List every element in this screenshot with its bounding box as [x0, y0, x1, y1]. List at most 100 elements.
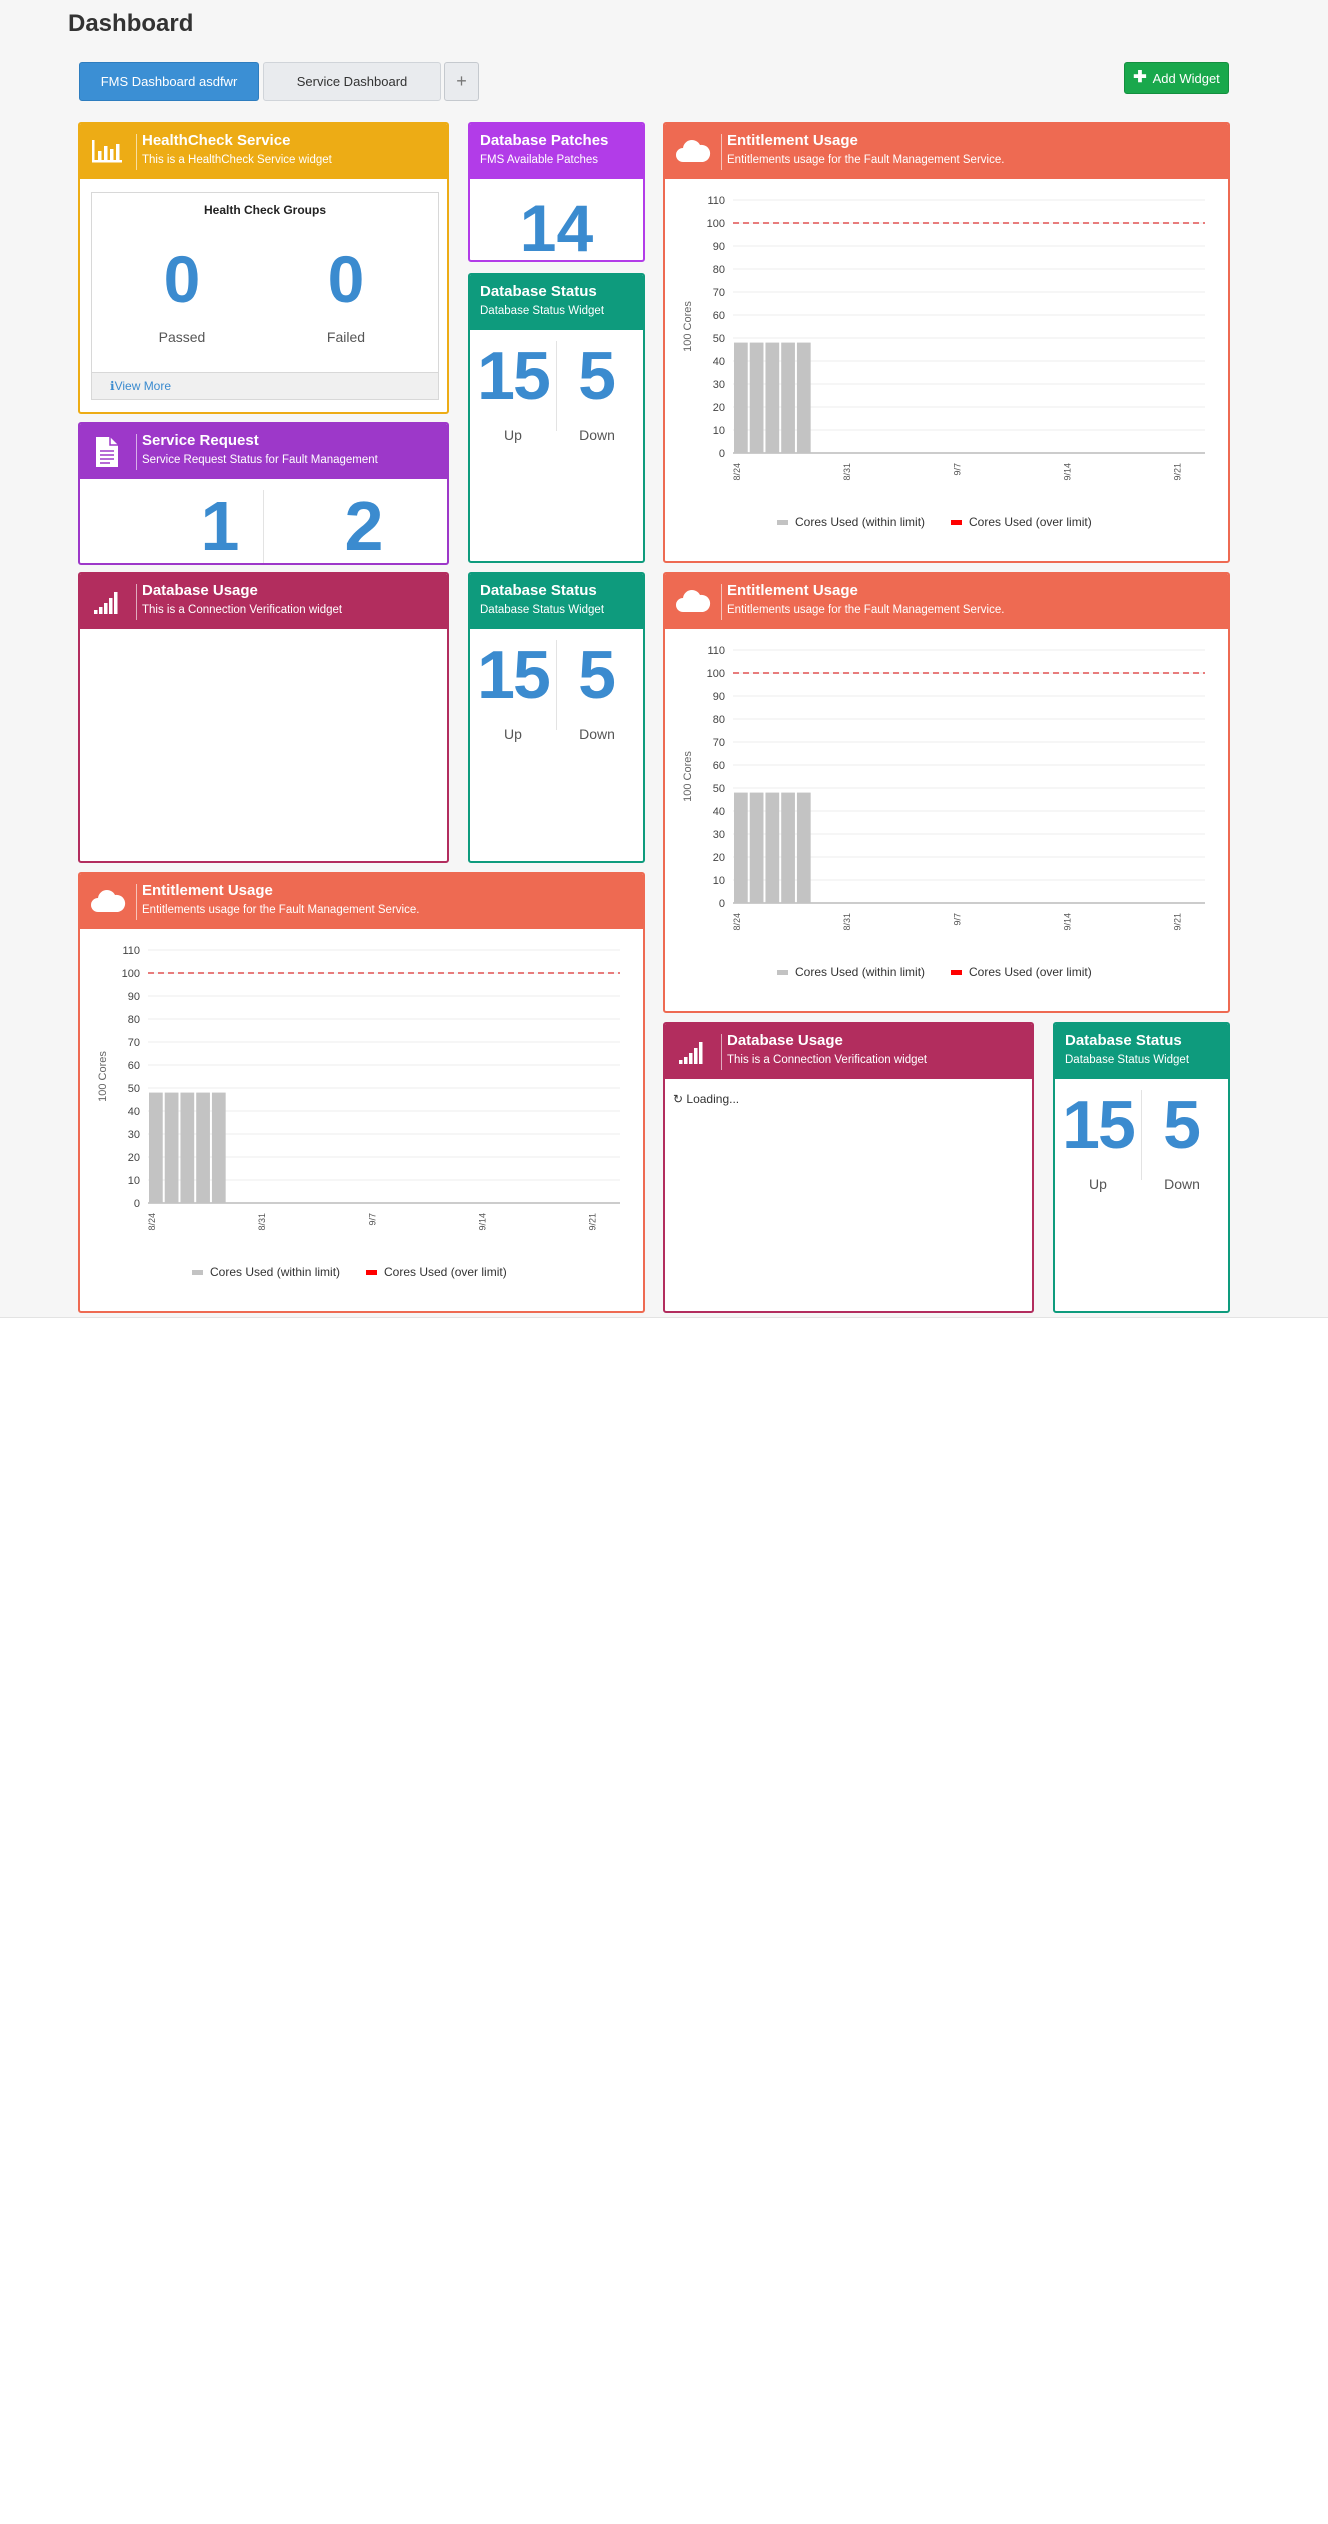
- widget-header[interactable]: Database Patches FMS Available Patches: [470, 124, 643, 179]
- passed-label: Passed: [158, 329, 206, 345]
- x-tick-label: 8/31: [257, 1213, 267, 1231]
- divider: [556, 640, 557, 730]
- x-tick-label: 9/14: [477, 1213, 487, 1231]
- widget-title: Entitlement Usage: [142, 882, 273, 899]
- widget-subtitle: This is a HealthCheck Service widget: [142, 154, 332, 166]
- down-label: Down: [1164, 1176, 1200, 1192]
- bar: [180, 1092, 195, 1203]
- widget-subtitle: Entitlements usage for the Fault Managem…: [142, 904, 420, 916]
- widget-header[interactable]: Database Usage This is a Connection Veri…: [665, 1024, 1032, 1079]
- widget-subtitle: FMS Available Patches: [480, 154, 599, 166]
- widget-header[interactable]: Database Status Database Status Widget: [470, 574, 643, 629]
- x-tick-label: 9/7: [952, 463, 962, 476]
- entitlement-usage-widget: Entitlement Usage Entitlements usage for…: [663, 122, 1230, 563]
- patches-count: 14: [519, 191, 594, 262]
- y-tick-label: 100: [707, 218, 725, 230]
- bar: [164, 1092, 179, 1203]
- y-tick-label: 60: [128, 1060, 140, 1072]
- passed-count: 0: [163, 242, 201, 316]
- database-status-widget: Database Status Database Status Widget 1…: [468, 572, 645, 863]
- bar: [211, 1092, 226, 1203]
- database-usage-widget: Database Usage This is a Connection Veri…: [78, 572, 449, 863]
- widget-subtitle: Database Status Widget: [1065, 1054, 1190, 1066]
- up-label: Up: [504, 726, 522, 742]
- y-tick-label: 110: [707, 195, 725, 207]
- y-axis-label: 100 Cores: [682, 301, 694, 352]
- bar: [781, 342, 795, 453]
- add-widget-button[interactable]: ✚ Add Widget: [1124, 62, 1229, 94]
- y-tick-label: 50: [713, 783, 725, 795]
- y-tick-label: 30: [713, 379, 725, 391]
- health-check-groups-title: Health Check Groups: [203, 203, 327, 217]
- service-request-right-count: 2: [344, 487, 384, 565]
- y-tick-label: 90: [128, 991, 140, 1003]
- widget-subtitle: This is a Connection Verification widget: [142, 604, 343, 616]
- widget-header[interactable]: HealthCheck Service This is a HealthChec…: [80, 124, 447, 179]
- bar: [196, 1092, 210, 1203]
- x-tick-label: 8/24: [147, 1213, 157, 1231]
- tab-fms-dashboard[interactable]: FMS Dashboard asdfwr: [79, 62, 259, 101]
- widget-title: Entitlement Usage: [727, 132, 858, 149]
- y-tick-label: 80: [713, 714, 725, 726]
- y-tick-label: 40: [713, 356, 725, 368]
- widget-header[interactable]: Database Usage This is a Connection Veri…: [80, 574, 447, 629]
- bar: [796, 342, 811, 453]
- widget-subtitle: Service Request Status for Fault Managem…: [142, 454, 378, 466]
- down-label: Down: [579, 726, 615, 742]
- bar: [149, 1092, 163, 1203]
- widget-title: Entitlement Usage: [727, 582, 858, 599]
- widget-header[interactable]: Entitlement Usage Entitlements usage for…: [665, 124, 1228, 179]
- healthcheck-widget: HealthCheck Service This is a HealthChec…: [78, 122, 449, 414]
- y-tick-label: 80: [713, 264, 725, 276]
- x-tick-label: 9/21: [1173, 913, 1183, 931]
- failed-label: Failed: [326, 329, 366, 345]
- add-tab-button[interactable]: +: [444, 62, 479, 101]
- y-tick-label: 20: [128, 1152, 140, 1164]
- x-tick-label: 9/14: [1062, 463, 1072, 481]
- bar: [765, 342, 780, 453]
- cloud-icon: [673, 134, 722, 170]
- y-tick-label: 70: [713, 287, 725, 299]
- widget-header[interactable]: Service Request Service Request Status f…: [80, 424, 447, 479]
- database-status-widget: Database Status Database Status Widget 1…: [1053, 1022, 1230, 1313]
- y-tick-label: 10: [713, 425, 725, 437]
- x-tick-label: 8/31: [842, 913, 852, 931]
- widget-subtitle: Entitlements usage for the Fault Managem…: [727, 154, 1005, 166]
- y-tick-label: 110: [707, 645, 725, 657]
- divider: [263, 490, 264, 563]
- signal-bars-icon: [88, 584, 137, 620]
- legend-swatch: [777, 520, 788, 525]
- database-status-widget: Database Status Database Status Widget 1…: [468, 273, 645, 563]
- failed-count: 0: [327, 242, 365, 316]
- add-widget-label: Add Widget: [1152, 70, 1220, 86]
- widget-title: Service Request: [142, 432, 259, 449]
- up-label: Up: [1089, 1176, 1107, 1192]
- y-tick-label: 20: [713, 402, 725, 414]
- widget-header[interactable]: Database Status Database Status Widget: [1055, 1024, 1228, 1079]
- spinner-icon: ↻: [673, 1092, 684, 1106]
- app-background: Dashboard FMS Dashboard asdfwr Service D…: [0, 0, 1328, 1318]
- y-tick-label: 100: [122, 968, 140, 980]
- legend-label: Cores Used (within limit): [210, 1265, 340, 1279]
- y-tick-label: 50: [128, 1083, 140, 1095]
- y-tick-label: 60: [713, 310, 725, 322]
- widget-title: Database Usage: [727, 1032, 843, 1049]
- service-request-left-count: 1: [200, 487, 240, 565]
- bar: [781, 792, 795, 903]
- widget-subtitle: Entitlements usage for the Fault Managem…: [727, 604, 1005, 616]
- legend-label: Cores Used (within limit): [795, 965, 925, 979]
- y-tick-label: 0: [719, 898, 725, 910]
- widget-header[interactable]: Entitlement Usage Entitlements usage for…: [80, 874, 643, 929]
- widget-header[interactable]: Database Status Database Status Widget: [470, 275, 643, 330]
- widget-title: Database Usage: [142, 582, 258, 599]
- view-more-link[interactable]: ℹView More: [110, 379, 171, 393]
- widget-title: Database Status: [1065, 1032, 1182, 1049]
- down-label: Down: [579, 427, 615, 443]
- y-tick-label: 90: [713, 691, 725, 703]
- bar: [749, 792, 764, 903]
- tab-service-dashboard[interactable]: Service Dashboard: [263, 62, 441, 101]
- down-count: 5: [1163, 1087, 1201, 1163]
- widget-header[interactable]: Entitlement Usage Entitlements usage for…: [665, 574, 1228, 629]
- up-count: 15: [477, 637, 551, 713]
- x-tick-label: 9/14: [1062, 913, 1072, 931]
